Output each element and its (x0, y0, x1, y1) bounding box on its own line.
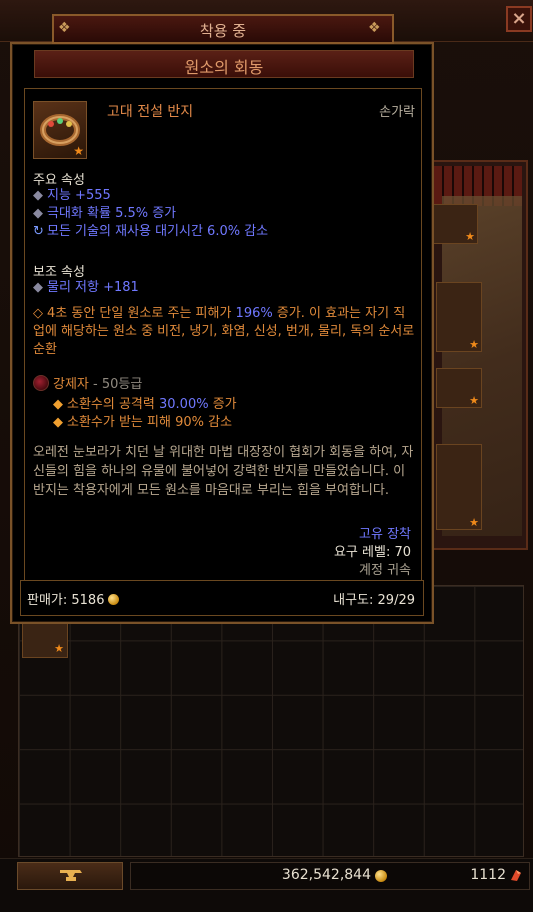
legendary-power: ◇ 4초 동안 단일 원소로 주는 피해가 196% 증가. 이 효과는 자기 직… (33, 306, 415, 357)
secondary-title: 보조 속성 (33, 265, 85, 280)
account-bound: 계정 귀속 (359, 563, 411, 578)
item-slot: 손가락 (379, 105, 415, 120)
close-button[interactable]: × (506, 6, 532, 32)
tooltip-footer: 판매가: 5186 내구도: 29/29 (20, 580, 424, 616)
ancient-star-icon: ★ (465, 230, 475, 243)
item-name-bar: 원소의 회동 (34, 50, 414, 78)
gem-effect: ◆ 소환수가 받는 피해 90% 감소 (53, 415, 233, 430)
equip-slot-gloves[interactable]: ★ (436, 282, 482, 352)
ancient-star-icon: ★ (469, 394, 479, 407)
gem-effect: ◆ 소환수의 공격력 30.00% 증가 (53, 397, 237, 412)
sell-price: 판매가: 5186 (27, 589, 120, 608)
equipped-label: 착용 중 (199, 22, 247, 40)
primary-affix: ◆ 지능 +555 (33, 188, 111, 203)
blood-shard-icon (511, 870, 521, 881)
required-level: 요구 레벨: 70 (333, 545, 411, 560)
socketed-gem: 강제자 - 50등급 (33, 373, 142, 392)
secondary-affix: ◆ 물리 저항 +181 (33, 280, 139, 295)
gold-amount: 362,542,844 (281, 867, 371, 883)
gem-icon (33, 375, 49, 391)
flavor-text: 오레전 눈보라가 치던 날 위대한 마법 대장장이 협회가 회동을 하여, 자신… (33, 445, 414, 498)
equip-slot-ring-left[interactable]: ★ (436, 368, 482, 408)
salvage-button[interactable] (17, 862, 123, 890)
primary-affix: ◆ 극대화 확률 5.5% 증가 (33, 206, 177, 221)
inventory-grid[interactable] (18, 585, 524, 857)
unique-equipped: 고유 장착 (359, 527, 411, 542)
item-type: 고대 전설 반지 (107, 104, 194, 120)
equip-slot-offhand[interactable]: ★ (436, 444, 482, 530)
primary-title: 주요 속성 (33, 173, 85, 188)
equip-slot-shoulders[interactable]: ★ (432, 204, 478, 244)
ornament-icon: ❖ (368, 20, 381, 36)
durability: 내구도: 29/29 (333, 593, 415, 608)
ancient-star-icon: ★ (469, 516, 479, 529)
tooltip-header: ❖ 착용 중 ❖ (52, 14, 394, 44)
gold-coin-icon (375, 870, 387, 882)
anvil-icon (60, 870, 82, 881)
blood-shard-amount: 1112 (470, 867, 506, 883)
close-icon: × (511, 8, 527, 29)
primary-affix: ↻ 모든 기술의 재사용 대기시간 6.0% 감소 (33, 224, 269, 239)
item-name: 원소의 회동 (184, 58, 264, 77)
item-tooltip: ❖ 착용 중 ❖ 원소의 회동 ★ 고대 전설 반지 손가락 주요 속성 ◆ 지능… (10, 14, 434, 624)
gold-coin-icon (108, 594, 120, 605)
ancient-star-icon: ★ (469, 338, 479, 351)
ancient-star-icon: ★ (54, 642, 64, 655)
ancient-star-icon: ★ (73, 144, 84, 158)
tooltip-content: ★ 고대 전설 반지 손가락 주요 속성 ◆ 지능 +555 ◆ 극대화 확률 5.… (24, 88, 422, 616)
item-icon: ★ (33, 101, 87, 159)
